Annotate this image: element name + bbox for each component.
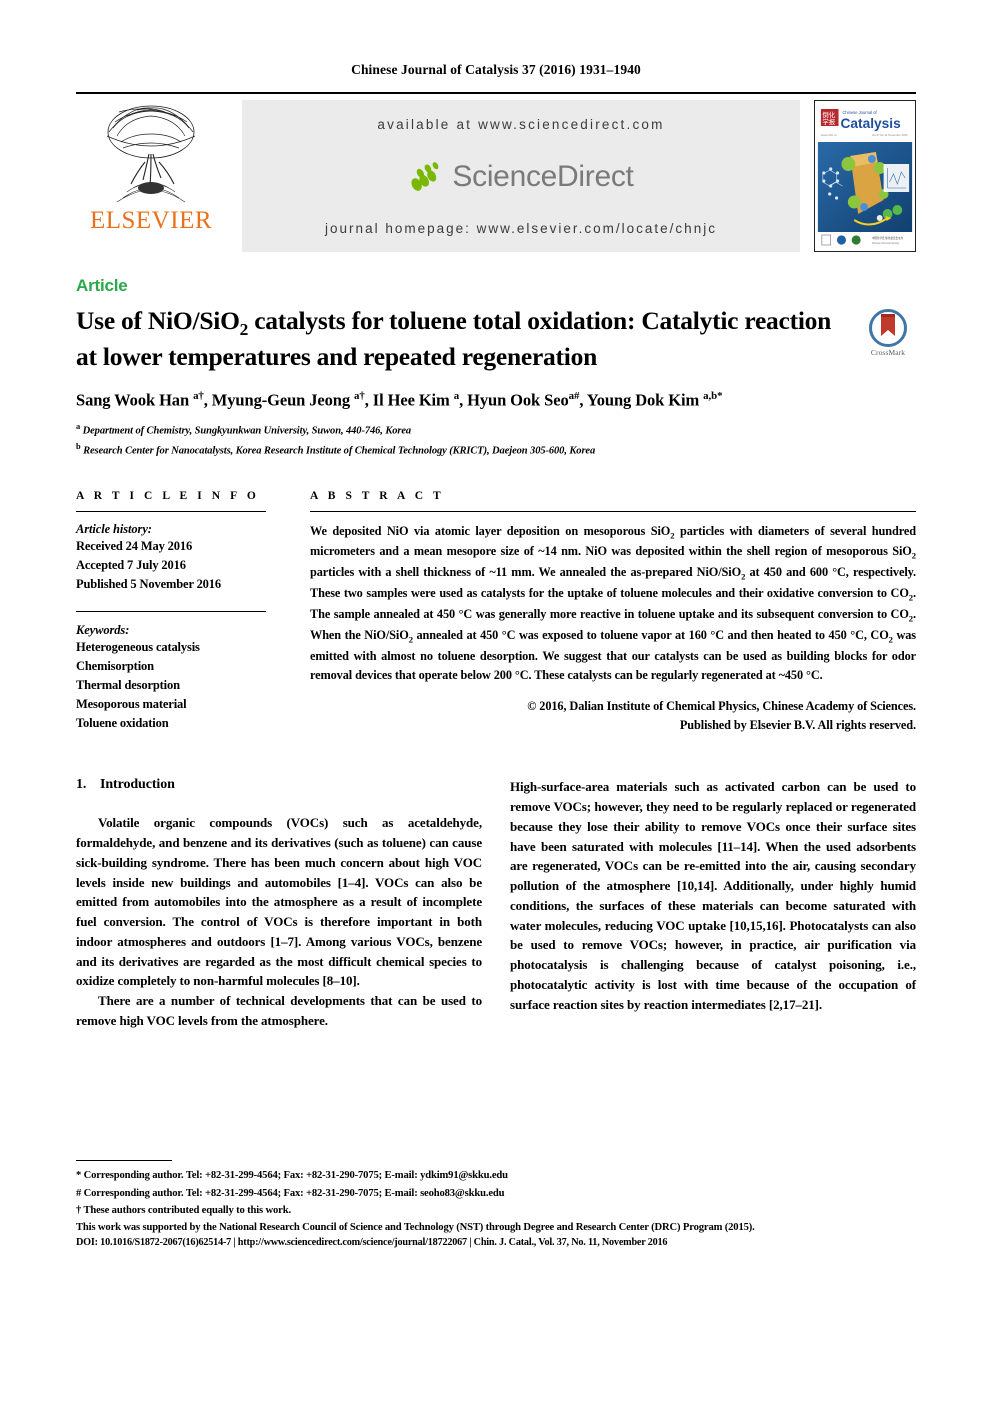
title-part-1: Use of NiO/SiO (76, 306, 240, 335)
elsevier-logo: ELSEVIER (76, 100, 226, 252)
intro-paragraph-3: High-surface-area materials such as acti… (510, 779, 916, 1012)
sciencedirect-wordmark: ScienceDirect (452, 159, 634, 193)
section-number: 1. (76, 777, 87, 793)
keyword-item: Thermal desorption (76, 677, 180, 692)
footnote-corresponding-1: * Corresponding author. Tel: +82-31-299-… (76, 1170, 508, 1182)
article-type-label: Article (76, 276, 128, 295)
intro-paragraph-1: Volatile organic compounds (VOCs) such a… (76, 815, 482, 989)
article-info-column: A R T I C L E I N F O Article history: R… (76, 490, 306, 736)
affiliation-a-marker: a (76, 421, 81, 431)
keywords-block: Keywords: Heterogeneous catalysis Chemis… (76, 623, 266, 733)
copyright-line-2: Published by Elsevier B.V. All rights re… (679, 718, 916, 733)
footnote-corresponding-2: # Corresponding author. Tel: +82-31-299-… (76, 1187, 505, 1199)
section-heading-introduction: 1. Introduction (76, 777, 482, 793)
keyword-item: Heterogeneous catalysis (76, 639, 200, 654)
abstract-column: A B S T R A C T We deposited NiO via ato… (306, 490, 916, 736)
divider (76, 610, 266, 612)
crossmark-icon (869, 309, 907, 347)
keyword-item: Chemisorption (76, 658, 154, 673)
footnote-equal-contribution: † These authors contributed equally to t… (76, 1204, 291, 1216)
journal-homepage-text: journal homepage: www.elsevier.com/locat… (325, 221, 717, 236)
footnotes: * Corresponding author. Tel: +82-31-299-… (76, 1160, 916, 1248)
copyright-line-1: © 2016, Dalian Institute of Chemical Phy… (527, 699, 916, 714)
svg-text:Chinese Chemical Society: Chinese Chemical Society (872, 242, 900, 245)
footnote-divider (76, 1160, 172, 1162)
crossmark-badge[interactable]: CrossMark (860, 305, 916, 357)
author-list: Sang Wook Han a†, Myung-Geun Jeong a†, I… (76, 390, 723, 410)
svg-text:www.chxb.cn: www.chxb.cn (821, 133, 837, 137)
body-column-right: High-surface-area materials such as acti… (510, 777, 916, 1030)
affiliation-b: b Research Center for Nanocatalysts, Kor… (76, 440, 916, 460)
article-history-title: Article history: (76, 521, 152, 536)
sciencedirect-logo: ScienceDirect (408, 159, 634, 194)
journal-masthead: ELSEVIER available at www.sciencedirect.… (76, 92, 916, 252)
footnote-funding: This work was supported by the National … (76, 1221, 755, 1233)
elsevier-wordmark: ELSEVIER (89, 207, 213, 234)
keywords-title: Keywords: (76, 622, 130, 637)
svg-text:Vol.37 No.11 November 2016: Vol.37 No.11 November 2016 (872, 133, 908, 137)
info-abstract-section: A R T I C L E I N F O Article history: R… (76, 490, 916, 736)
crossmark-label: CrossMark (870, 348, 906, 357)
title-row: Use of NiO/SiO2 catalysts for toluene to… (76, 305, 916, 373)
article-history-accepted: Accepted 7 July 2016 (76, 557, 186, 572)
article-history-published: Published 5 November 2016 (76, 576, 221, 591)
svg-text:学报: 学报 (822, 117, 835, 126)
keyword-item: Toluene oxidation (76, 715, 169, 730)
affiliation-a-text: Department of Chemistry, Sungkyunkwan Un… (82, 425, 412, 437)
affiliations: a Department of Chemistry, Sungkyunkwan … (76, 420, 916, 460)
abstract-text: We deposited NiO via atomic layer deposi… (310, 523, 916, 682)
intro-paragraph-2: There are a number of technical developm… (76, 993, 482, 1028)
body-column-left: 1. Introduction Volatile organic compound… (76, 777, 482, 1030)
page-title: Use of NiO/SiO2 catalysts for toluene to… (76, 305, 860, 373)
abstract-heading: A B S T R A C T (310, 489, 445, 502)
affiliation-b-marker: b (76, 441, 81, 451)
divider (76, 510, 266, 512)
section-title: Introduction (100, 777, 175, 793)
journal-article-page: Chinese Journal of Catalysis 37 (2016) 1… (0, 0, 992, 1403)
affiliation-b-text: Research Center for Nanocatalysts, Korea… (83, 445, 596, 457)
svg-text:中国化学会 催化委员会主办: 中国化学会 催化委员会主办 (872, 236, 904, 240)
keyword-item: Mesoporous material (76, 696, 187, 711)
elsevier-tree-icon (106, 105, 196, 203)
svg-text:Catalysis: Catalysis (840, 115, 901, 131)
abstract-copyright: © 2016, Dalian Institute of Chemical Phy… (310, 697, 916, 735)
available-at-text: available at www.sciencedirect.com (377, 117, 665, 132)
title-part-2: catalysts for toluene total oxidation: C… (248, 306, 739, 335)
journal-cover-thumbnail: 倒化 学报 Chinese Journal of Catalysis www.c… (814, 100, 916, 252)
article-history-received: Received 24 May 2016 (76, 538, 193, 553)
divider (310, 510, 916, 512)
footnote-doi: DOI: 10.1016/S1872-2067(16)62514-7 | htt… (76, 1237, 668, 1248)
body-columns: 1. Introduction Volatile organic compound… (76, 777, 916, 1030)
leaf-icon (411, 161, 439, 191)
running-head: Chinese Journal of Catalysis 37 (2016) 1… (351, 62, 641, 77)
affiliation-a: a Department of Chemistry, Sungkyunkwan … (76, 420, 916, 440)
sciencedirect-banner: available at www.sciencedirect.com Scien… (242, 100, 800, 252)
cover-artwork: 倒化 学报 Chinese Journal of Catalysis www.c… (815, 101, 915, 251)
title-subscript-2: 2 (239, 320, 249, 340)
article-info-heading: A R T I C L E I N F O (76, 489, 260, 502)
